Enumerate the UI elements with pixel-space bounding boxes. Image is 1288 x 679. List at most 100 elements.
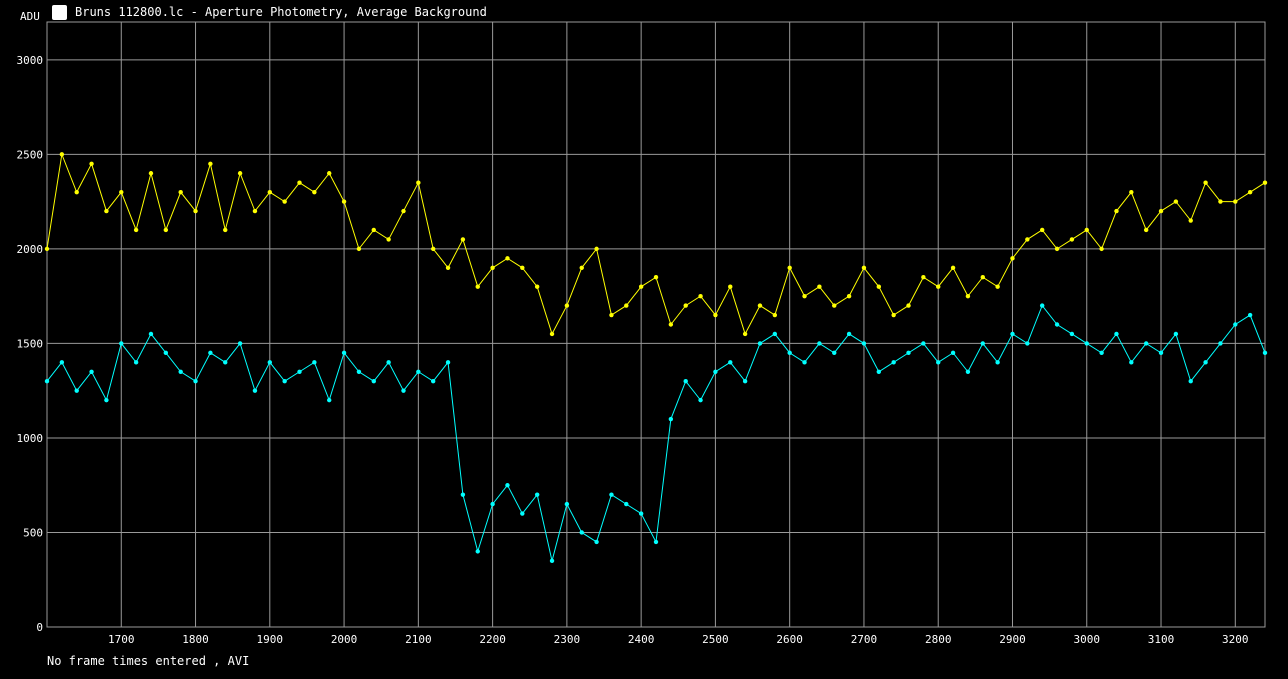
data-point-series-2 — [980, 341, 985, 346]
data-point-series-2 — [846, 331, 852, 337]
data-point-series-1 — [787, 265, 792, 270]
plot-grid — [47, 22, 1265, 628]
data-point-series-2 — [59, 360, 65, 365]
data-point-series-2 — [1025, 341, 1030, 346]
data-point-series-1 — [460, 237, 466, 242]
light-curve-plot: 1700 1800 1900 2000 2100 2200 2300 2400 2500 2600… — [17, 21, 1268, 646]
data-point-series-1 — [832, 303, 837, 308]
data-point-series-2 — [1173, 331, 1179, 337]
data-point-series-2 — [534, 492, 540, 497]
data-point-series-1 — [74, 189, 79, 195]
data-point-series-2 — [728, 360, 733, 365]
data-point-series-1 — [297, 180, 302, 185]
data-point-series-2 — [1084, 341, 1089, 346]
data-point-series-2 — [193, 379, 198, 384]
data-point-series-1 — [1203, 180, 1208, 185]
data-point-series-1 — [594, 246, 599, 252]
data-point-series-2 — [579, 530, 584, 535]
data-point-series-1 — [1114, 208, 1119, 214]
data-point-series-2 — [950, 350, 956, 356]
data-point-series-1 — [312, 189, 317, 195]
data-point-series-1 — [742, 331, 748, 337]
data-point-series-2 — [817, 341, 822, 346]
y-tick-label: 2500 — [17, 148, 44, 161]
data-point-series-2 — [742, 379, 748, 384]
data-point-series-1 — [401, 208, 406, 214]
x-tick-label: 1700 — [108, 633, 135, 646]
data-point-series-1 — [148, 171, 154, 176]
series-line-1 — [46, 152, 1266, 336]
data-point-series-1 — [713, 312, 718, 318]
data-point-series-1 — [995, 284, 1000, 289]
data-point-series-2 — [490, 501, 495, 507]
data-point-series-1 — [89, 161, 94, 166]
x-tick-label: 2800 — [925, 633, 952, 646]
data-point-series-2 — [401, 388, 406, 393]
data-point-series-2 — [832, 350, 837, 356]
data-point-series-2 — [965, 369, 971, 374]
x-tick-label: 2600 — [776, 633, 803, 646]
data-point-series-2 — [1143, 341, 1149, 346]
data-point-series-1 — [1129, 189, 1134, 195]
data-point-series-1 — [624, 303, 629, 308]
data-point-series-1 — [237, 171, 243, 176]
data-point-series-1 — [44, 246, 50, 252]
data-point-series-1 — [564, 303, 570, 308]
data-point-series-2 — [416, 369, 421, 374]
data-point-series-2 — [1158, 350, 1164, 356]
data-point-series-2 — [267, 360, 273, 365]
data-point-series-1 — [876, 284, 882, 289]
data-point-series-1 — [534, 284, 540, 289]
data-point-series-2 — [1218, 341, 1223, 346]
data-point-series-1 — [133, 227, 139, 233]
data-point-series-1 — [341, 199, 347, 204]
data-point-series-1 — [505, 256, 510, 261]
data-point-series-2 — [312, 360, 317, 365]
data-point-series-2 — [104, 397, 109, 403]
x-tick-label: 2400 — [628, 633, 655, 646]
data-point-series-2 — [430, 379, 436, 384]
data-point-series-1 — [1247, 189, 1253, 195]
data-point-series-1 — [1039, 227, 1045, 233]
data-point-series-1 — [371, 227, 376, 233]
data-point-series-1 — [772, 312, 778, 318]
data-point-series-2 — [237, 341, 243, 346]
data-point-series-1 — [267, 189, 273, 195]
y-tick-label: 1000 — [17, 432, 44, 445]
data-point-series-2 — [772, 331, 778, 337]
data-point-series-1 — [208, 161, 213, 166]
data-point-series-1 — [1233, 199, 1238, 204]
data-point-series-2 — [624, 501, 629, 507]
data-point-series-2 — [1247, 312, 1253, 318]
y-tick-label: 1500 — [17, 337, 44, 350]
data-point-series-2 — [475, 549, 480, 554]
data-point-series-2 — [178, 369, 183, 374]
data-point-series-1 — [1054, 246, 1060, 252]
data-point-series-2 — [861, 341, 867, 346]
data-point-series-2 — [921, 341, 926, 346]
data-point-series-1 — [846, 293, 852, 299]
data-point-series-1 — [178, 189, 183, 195]
data-point-series-2 — [1233, 322, 1238, 327]
data-point-series-2 — [356, 369, 362, 374]
data-point-series-1 — [906, 303, 911, 308]
data-point-series-1 — [817, 284, 822, 289]
data-point-series-2 — [148, 331, 154, 337]
data-point-series-1 — [965, 293, 971, 299]
data-point-series-2 — [297, 369, 302, 374]
data-point-series-1 — [430, 246, 436, 252]
y-tick-label: 2000 — [17, 243, 44, 256]
data-point-series-2 — [653, 539, 659, 545]
y-tick-label: 500 — [23, 526, 43, 539]
data-point-series-1 — [609, 312, 614, 318]
data-point-series-2 — [327, 397, 332, 403]
data-point-series-2 — [906, 350, 911, 356]
data-point-series-1 — [668, 322, 674, 327]
data-point-series-2 — [252, 388, 258, 393]
data-point-series-1 — [1099, 246, 1104, 252]
data-point-series-1 — [475, 284, 480, 289]
data-point-series-1 — [1069, 237, 1075, 242]
data-point-series-1 — [1143, 227, 1149, 233]
data-point-series-2 — [341, 350, 347, 356]
data-point-series-1 — [1218, 199, 1223, 204]
